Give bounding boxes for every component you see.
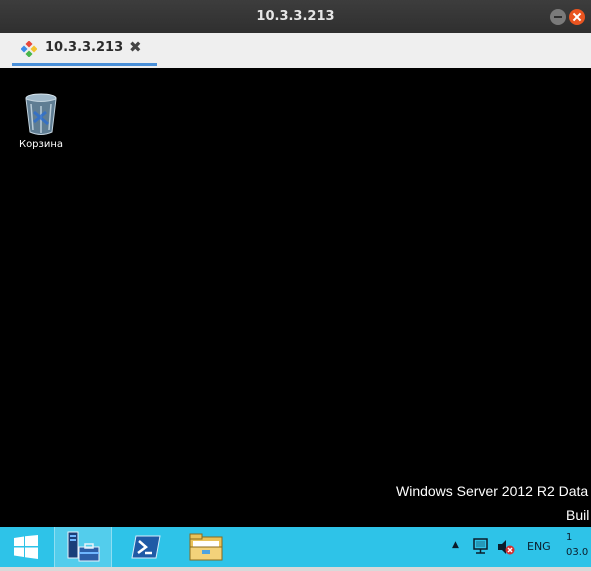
network-icon[interactable]: [472, 538, 490, 556]
remote-desktop-icon: [21, 41, 37, 57]
window-title: 10.3.3.213: [256, 9, 335, 24]
volume-muted-icon[interactable]: [497, 538, 515, 556]
recycle-bin-icon: [25, 93, 57, 135]
powershell-icon: [131, 535, 161, 559]
input-language-indicator[interactable]: ENG: [527, 540, 551, 553]
server-manager-button[interactable]: [54, 527, 112, 567]
windows-logo-icon: [14, 535, 38, 559]
os-watermark-line2: Buil: [566, 507, 590, 523]
tab-remote-session[interactable]: 10.3.3.213 ✖: [12, 34, 157, 66]
window-title-bar[interactable]: 10.3.3.213: [0, 0, 591, 33]
taskbar: ▲ ENG 1 03.0: [0, 527, 591, 567]
os-watermark-line1: Windows Server 2012 R2 Data: [396, 483, 589, 499]
start-button[interactable]: [0, 527, 52, 567]
remote-desktop[interactable]: Корзина Windows Server 2012 R2 Data Buil: [0, 68, 591, 527]
window-bottom-border: [0, 567, 591, 571]
desktop-icon-recycle-bin[interactable]: Корзина: [14, 92, 68, 150]
file-explorer-button[interactable]: [181, 527, 231, 567]
server-manager-icon: [67, 531, 100, 562]
clock-date: 03.0: [566, 547, 589, 558]
recycle-bin-label: Корзина: [18, 139, 64, 150]
folder-icon: [189, 533, 223, 561]
powershell-button[interactable]: [121, 527, 171, 567]
clock-time: 1: [566, 532, 573, 543]
tab-label: 10.3.3.213: [45, 40, 124, 55]
close-window-button[interactable]: [569, 9, 585, 25]
minimize-button[interactable]: [550, 9, 566, 25]
system-clock[interactable]: 1 03.0: [566, 530, 588, 560]
tab-close-icon[interactable]: ✖: [129, 38, 142, 56]
tab-strip: 10.3.3.213 ✖: [0, 33, 591, 69]
show-hidden-icons-button[interactable]: ▲: [452, 540, 459, 550]
